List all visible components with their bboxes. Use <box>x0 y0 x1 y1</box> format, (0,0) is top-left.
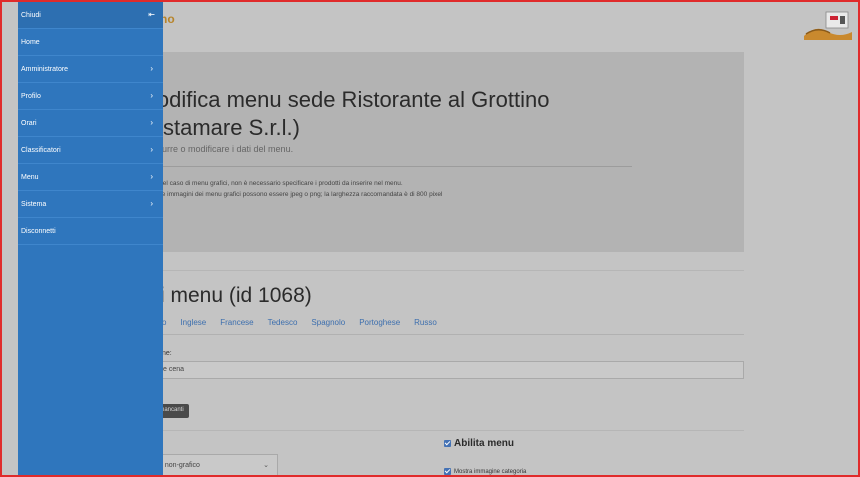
pin-icon[interactable]: ⇤ <box>148 10 155 19</box>
page-title-line1: lodifica menu sede Ristorante al Grottin… <box>152 87 550 112</box>
enable-menu-checkbox[interactable]: Abilita menu <box>444 438 514 449</box>
menu-type-value: t non-grafico <box>161 462 200 469</box>
options-divider <box>162 430 744 431</box>
tab-spagnolo[interactable]: Spagnolo <box>311 318 345 327</box>
name-input[interactable]: e cena <box>152 361 744 379</box>
chevron-right-icon: › <box>150 64 153 73</box>
chevron-right-icon: › <box>150 199 153 208</box>
sidebar-item-label: Disconnetti <box>21 228 56 235</box>
page-title-line2: /istamare S.r.l.) <box>152 115 300 140</box>
sidebar-item-label: Sistema <box>21 201 47 208</box>
jumbotron-divider <box>152 166 632 167</box>
sidebar-item-logout[interactable]: Disconnetti <box>18 218 163 245</box>
page-title: lodifica menu sede Ristorante al Grottin… <box>152 86 692 142</box>
menu-type-select[interactable]: t non-grafico ⌄ <box>152 454 278 475</box>
note-item: Le immagini dei menu grafici possono ess… <box>154 189 442 200</box>
sidebar-item-menu[interactable]: Menu › <box>18 164 163 191</box>
sidebar-item-label: Amministratore <box>21 66 69 73</box>
chevron-right-icon: › <box>150 145 153 154</box>
tab-inglese[interactable]: Inglese <box>180 318 206 327</box>
section-divider <box>162 270 744 271</box>
sidebar-item-label: Classificatori <box>21 147 61 154</box>
sidebar-item-classifiers[interactable]: Classificatori › <box>18 137 163 164</box>
language-tabs: o Inglese Francese Tedesco Spagnolo Port… <box>162 318 451 327</box>
chevron-right-icon: › <box>150 172 153 181</box>
tab-francese[interactable]: Francese <box>220 318 253 327</box>
notes-list: Nel caso di menu grafici, non è necessar… <box>154 178 442 200</box>
tab-russo[interactable]: Russo <box>414 318 437 327</box>
sidebar-item-label: Chiudi <box>21 12 41 19</box>
chevron-down-icon: ⌄ <box>263 462 269 469</box>
sidebar-item-profile[interactable]: Profilo › <box>18 83 163 110</box>
section-title: i menu (id 1068) <box>160 284 312 307</box>
name-label: ne: <box>162 350 172 357</box>
chevron-right-icon: › <box>150 118 153 127</box>
show-category-image-label: Mostra immagine categoria <box>454 468 527 475</box>
sidebar: Chiudi ⇤ Home Amministratore › Profilo ›… <box>18 2 163 475</box>
show-category-image-checkbox[interactable]: Mostra immagine categoria <box>444 468 526 475</box>
tab-portoghese[interactable]: Portoghese <box>359 318 400 327</box>
tab-tedesco[interactable]: Tedesco <box>268 318 298 327</box>
enable-menu-label: Abilita menu <box>454 438 515 449</box>
sidebar-item-home[interactable]: Home <box>18 29 163 56</box>
sidebar-item-label: Menu <box>21 174 39 181</box>
sidebar-item-label: Orari <box>21 120 37 127</box>
sidebar-item-system[interactable]: Sistema › <box>18 191 163 218</box>
note-item: Nel caso di menu grafici, non è necessar… <box>154 178 442 189</box>
sidebar-item-admin[interactable]: Amministratore › <box>18 56 163 83</box>
info-jumbotron: lodifica menu sede Ristorante al Grottin… <box>142 52 744 252</box>
sidebar-item-label: Home <box>21 39 40 46</box>
app-window: no lodifica menu sede Ristorante al Grot… <box>0 0 860 477</box>
sidebar-item-hours[interactable]: Orari › <box>18 110 163 137</box>
tabs-divider <box>152 334 744 335</box>
sidebar-item-close[interactable]: Chiudi ⇤ <box>18 2 163 29</box>
chevron-right-icon: › <box>150 91 153 100</box>
sidebar-item-label: Profilo <box>21 93 41 100</box>
restaurant-logo-icon[interactable] <box>802 6 854 40</box>
checkbox-checked-icon[interactable] <box>444 440 451 447</box>
page-lead: odurre o modificare i dati del menu. <box>152 144 294 154</box>
checkbox-checked-icon[interactable] <box>444 468 451 475</box>
